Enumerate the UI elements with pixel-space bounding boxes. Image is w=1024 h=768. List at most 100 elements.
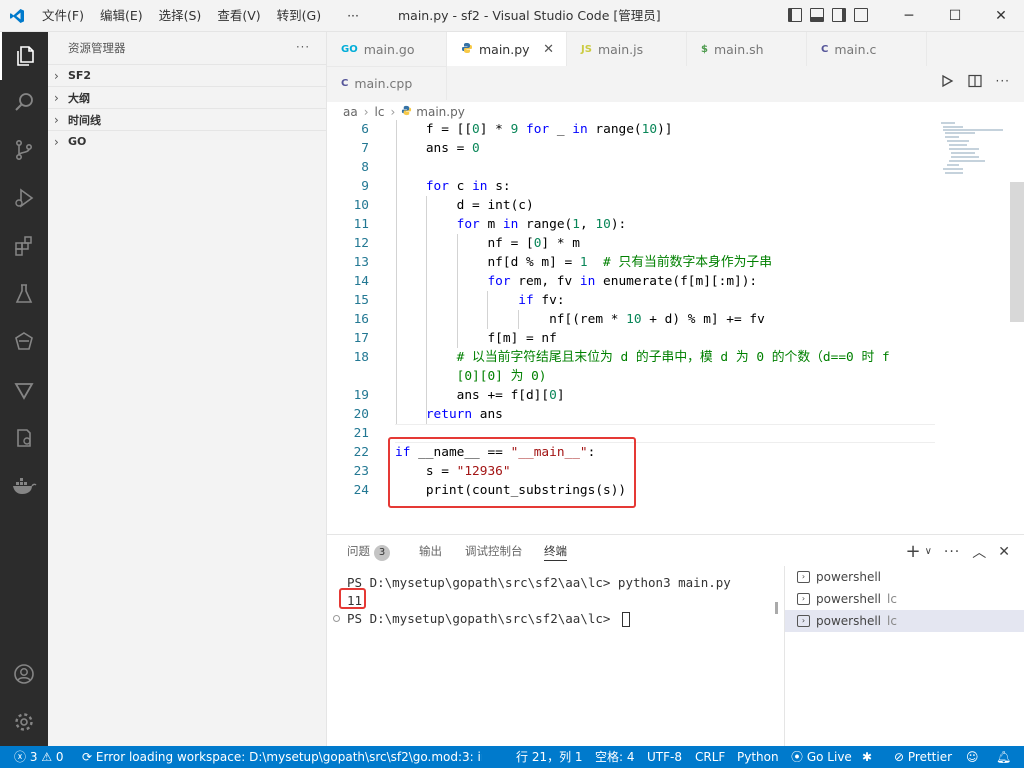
indentation-status[interactable]: 空格: 4 (595, 746, 635, 768)
testing-flask-icon[interactable] (0, 270, 48, 318)
annotation-box-output (339, 588, 366, 609)
feedback-icon[interactable]: ☺ (966, 746, 979, 768)
source-control-icon[interactable] (0, 126, 48, 174)
eol-status[interactable]: CRLF (695, 746, 725, 768)
code-line[interactable]: 8 (327, 158, 939, 177)
extensions-icon[interactable] (0, 222, 48, 270)
vscode-logo-icon[interactable] (0, 0, 34, 32)
menu-selection[interactable]: 选择(S) (151, 0, 210, 32)
encoding-status[interactable]: UTF-8 (647, 746, 682, 768)
code-line[interactable]: 19 ans += f[d][0] (327, 386, 939, 405)
code-line[interactable]: 9 for c in s: (327, 177, 939, 196)
breadcrumb-item[interactable]: lc (375, 105, 385, 119)
terminal-item[interactable]: › powershell (785, 566, 1024, 588)
section-sf2[interactable]: › SF2 (48, 64, 326, 86)
close-tab-icon[interactable]: ✕ (543, 42, 554, 57)
code-text: f = [[0] * 9 for _ in range(10)] (395, 122, 673, 137)
close-panel-icon[interactable]: ✕ (998, 544, 1010, 560)
command-decoration-icon[interactable] (333, 615, 340, 622)
toggle-sidebar-icon[interactable] (788, 8, 802, 22)
code-line[interactable]: 17 f[m] = nf (327, 329, 939, 348)
minimap[interactable] (939, 120, 1009, 180)
code-line[interactable]: 13 nf[d % m] = 1 # 只有当前数字本身作为子串 (327, 253, 939, 272)
code-line[interactable]: 20 return ans (327, 405, 939, 424)
maximize-icon[interactable]: ☐ (932, 0, 978, 32)
code-line[interactable]: 11 for m in range(1, 10): (327, 215, 939, 234)
terminal-scrollbar[interactable] (775, 602, 778, 614)
code-line[interactable]: 14 for rem, fv in enumerate(f[m][:m]): (327, 272, 939, 291)
remote-explorer-icon[interactable] (0, 318, 48, 366)
tab-debug-console[interactable]: 调试控制台 (465, 543, 523, 561)
more-actions-icon[interactable]: ··· (996, 74, 1010, 88)
settings-gear-icon[interactable] (0, 698, 48, 746)
line-number: 12 (353, 236, 369, 251)
code-line[interactable]: 12 nf = [0] * m (327, 234, 939, 253)
menu-edit[interactable]: 编辑(E) (92, 0, 151, 32)
triangle-extension-icon[interactable] (0, 366, 48, 414)
menu-go[interactable]: 转到(G) (269, 0, 329, 32)
sync-icon: ⟳ (82, 750, 93, 764)
close-window-icon[interactable]: ✕ (978, 0, 1024, 32)
tab-terminal[interactable]: 终端 (544, 543, 567, 561)
tab-main-sh[interactable]: $ main.sh (687, 32, 807, 66)
line-number: 11 (353, 217, 369, 232)
chevron-down-icon[interactable]: ∨ (925, 546, 932, 557)
terminal-item[interactable]: › powershell lc (785, 588, 1024, 610)
prettier-status[interactable]: ⊘ Prettier (894, 746, 952, 768)
code-text: if fv: (518, 293, 565, 308)
menu-view[interactable]: 查看(V) (209, 0, 268, 32)
tab-main-cpp[interactable]: C main.cpp (327, 66, 447, 100)
tab-main-js[interactable]: JS main.js (567, 32, 687, 66)
minimize-icon[interactable]: ─ (886, 0, 932, 32)
extension-status-icon[interactable]: ✱ (862, 746, 872, 768)
menu-more[interactable]: ··· (339, 0, 367, 32)
toggle-panel-icon[interactable] (810, 8, 824, 22)
section-timeline[interactable]: › 时间线 (48, 108, 326, 130)
section-outline[interactable]: › 大纲 (48, 86, 326, 108)
tab-problems[interactable]: 问题 3 (347, 543, 390, 561)
editor-scrollbar[interactable] (1010, 182, 1024, 322)
search-icon[interactable] (0, 78, 48, 126)
code-line[interactable]: 10 d = int(c) (327, 196, 939, 215)
language-mode[interactable]: Python (737, 746, 779, 768)
new-terminal-icon[interactable]: + (905, 541, 920, 562)
workspace-error-status[interactable]: ⟳ Error loading workspace: D:\mysetup\go… (82, 746, 482, 768)
problems-status[interactable]: ⓧ 3 ⚠ 0 (14, 746, 64, 768)
tab-main-go[interactable]: GO main.go (327, 32, 447, 66)
run-file-icon[interactable] (940, 74, 954, 88)
split-editor-icon[interactable] (967, 74, 982, 88)
code-line[interactable]: 18 # 以当前字符结尾且末位为 d 的子串中，模 d 为 0 的个数（d==0… (327, 348, 939, 367)
breadcrumb-item[interactable]: aa (343, 105, 358, 119)
explorer-icon[interactable] (0, 32, 48, 80)
code-line[interactable]: 15 if fv: (327, 291, 939, 310)
tab-main-c[interactable]: C main.c (807, 32, 927, 66)
sidebar-more-icon[interactable]: ··· (296, 40, 310, 54)
code-line[interactable]: 16 nf[(rem * 10 + d) % m] += fv (327, 310, 939, 329)
toggle-secondary-sidebar-icon[interactable] (832, 8, 846, 22)
tab-output[interactable]: 输出 (419, 543, 442, 561)
cursor-position[interactable]: 行 21，列 1 (516, 746, 583, 768)
line-number: 13 (353, 255, 369, 270)
terminal-item-active[interactable]: › powershell lc (785, 610, 1024, 632)
problems-count-badge: 3 (374, 545, 390, 561)
account-icon[interactable] (0, 650, 48, 698)
more-actions-icon[interactable]: ··· (944, 544, 960, 560)
customize-layout-icon[interactable] (854, 8, 868, 22)
tab-main-py[interactable]: main.py ✕ (447, 32, 567, 66)
docker-icon[interactable] (0, 462, 48, 510)
code-line[interactable]: 7 ans = 0 (327, 139, 939, 158)
run-debug-icon[interactable] (0, 174, 48, 222)
breadcrumb-item[interactable]: main.py (416, 105, 465, 119)
go-live-label: Go Live (806, 750, 852, 764)
project-manager-icon[interactable] (0, 414, 48, 462)
code-line[interactable]: [0][0] 为 0) (327, 367, 939, 386)
code-line[interactable]: 6 f = [[0] * 9 for _ in range(10)] (327, 120, 939, 139)
terminal[interactable]: PS D:\mysetup\gopath\src\sf2\aa\lc> pyth… (327, 567, 777, 747)
activity-bar (0, 32, 48, 746)
notifications-bell-icon[interactable]: 🔔︎ (996, 746, 1011, 768)
menu-file[interactable]: 文件(F) (34, 0, 92, 32)
go-live-button[interactable]: ⦿ Go Live (791, 746, 852, 768)
section-label: 大纲 (68, 91, 90, 105)
section-go[interactable]: › GO (48, 130, 326, 152)
maximize-panel-icon[interactable]: ︿ (972, 542, 986, 562)
